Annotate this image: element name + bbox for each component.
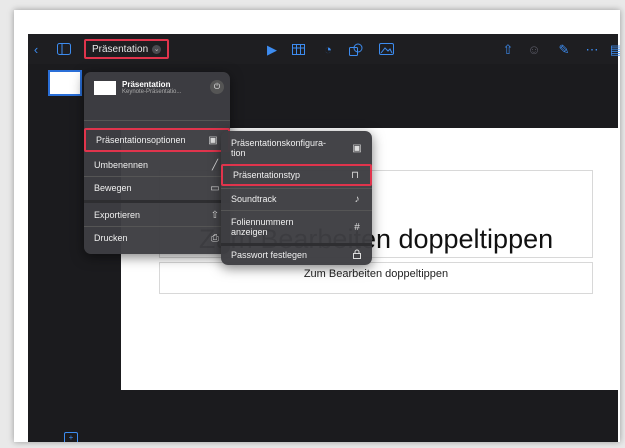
document-icon[interactable]: ▤ <box>608 41 620 57</box>
menu-item-print[interactable]: Drucken ⎙ <box>84 229 230 247</box>
menu-item-label: Umbenennen <box>94 160 149 170</box>
menu-item-export[interactable]: Exportieren ⇧ <box>84 206 230 224</box>
chart-icon[interactable]: ◔ <box>320 41 336 57</box>
menu-item-label: Passwort festlegen <box>231 250 308 260</box>
sidebar-icon[interactable] <box>56 41 72 57</box>
keynote-screen: ‹ Präsentation ⌄ ▶ ◔ ⇧ ☺ ✎ ⋯ ▤ Zum Bearb… <box>28 34 620 442</box>
music-note-icon: ♪ <box>354 193 360 205</box>
folder-icon: ▭ <box>210 182 220 194</box>
menu-item-rename[interactable]: Umbenennen ╱ <box>84 156 230 174</box>
document-header[interactable]: Präsentation Keynote-Präsentatio... ⏻ <box>90 78 224 104</box>
add-slide-icon[interactable]: + <box>64 432 78 442</box>
menu-item-slide-numbers[interactable]: Foliennummern anzeigen # <box>221 213 372 241</box>
menu-item-label: Foliennummern anzeigen <box>231 217 294 237</box>
document-name: Präsentation <box>122 80 171 89</box>
slide-subtitle[interactable]: Zum Bearbeiten doppeltippen <box>159 268 593 280</box>
menu-item-label: Präsentationsoptionen <box>96 135 186 145</box>
presentation-type-icon: ⊓ <box>351 169 359 181</box>
pencil-icon: ╱ <box>211 159 219 171</box>
menu-item-presentation-type[interactable]: Präsentationstyp ⊓ <box>221 164 372 186</box>
shape-icon[interactable] <box>348 41 364 57</box>
presentation-menu-label: Präsentation <box>92 43 149 55</box>
presentation-options-icon: ▣ <box>208 134 218 146</box>
menu-item-label: Soundtrack <box>231 194 277 204</box>
document-thumbnail <box>94 81 116 95</box>
menu-divider <box>221 188 372 189</box>
menu-item-presentation-options[interactable]: Präsentationsoptionen ▣ <box>84 128 230 152</box>
presentation-options-submenu: Präsentationskonfigura- tion ▣ Präsentat… <box>221 131 372 265</box>
export-icon: ⇧ <box>210 209 220 221</box>
collaborate-icon[interactable]: ☺ <box>526 41 542 57</box>
menu-item-soundtrack[interactable]: Soundtrack ♪ <box>221 190 372 208</box>
menu-item-label: Drucken <box>94 233 128 243</box>
menu-item-presentation-config[interactable]: Präsentationskonfigura- tion ▣ <box>221 134 372 162</box>
screenshot-frame: ‹ Präsentation ⌄ ▶ ◔ ⇧ ☺ ✎ ⋯ ▤ Zum Bearb… <box>14 10 620 442</box>
menu-divider <box>221 210 372 211</box>
menu-item-label: Präsentationstyp <box>233 170 301 180</box>
menu-divider <box>84 200 230 203</box>
lock-icon <box>350 249 364 262</box>
menu-item-move[interactable]: Bewegen ▭ <box>84 179 230 197</box>
menu-item-label: Bewegen <box>94 183 132 193</box>
menu-divider <box>84 176 230 177</box>
play-icon[interactable]: ▶ <box>264 41 280 57</box>
more-icon[interactable]: ⋯ <box>584 41 600 57</box>
back-icon[interactable]: ‹ <box>28 41 44 57</box>
presentation-menu: Präsentation Keynote-Präsentatio... ⏻ Pr… <box>84 72 230 254</box>
toolbar: ‹ Präsentation ⌄ ▶ ◔ ⇧ ☺ ✎ ⋯ ▤ <box>28 34 620 64</box>
format-brush-icon[interactable]: ✎ <box>556 41 572 57</box>
menu-divider <box>84 120 230 121</box>
slide-thumbnail[interactable] <box>48 70 82 96</box>
menu-divider <box>84 226 230 227</box>
presentation-config-icon: ▣ <box>352 142 362 154</box>
document-type: Keynote-Präsentatio... <box>122 89 182 95</box>
menu-item-label: Exportieren <box>94 210 141 220</box>
power-icon[interactable]: ⏻ <box>210 80 224 94</box>
media-icon[interactable] <box>378 41 394 57</box>
printer-icon: ⎙ <box>211 232 219 244</box>
menu-item-label: Präsentationskonfigura- tion <box>231 138 327 158</box>
hash-icon: # <box>354 221 360 233</box>
presentation-menu-button[interactable]: Präsentation ⌄ <box>84 39 170 59</box>
share-icon[interactable]: ⇧ <box>500 41 516 57</box>
table-icon[interactable] <box>290 41 306 57</box>
menu-divider <box>221 243 372 246</box>
chevron-down-icon: ⌄ <box>152 44 162 54</box>
menu-item-set-password[interactable]: Passwort festlegen <box>221 247 372 263</box>
